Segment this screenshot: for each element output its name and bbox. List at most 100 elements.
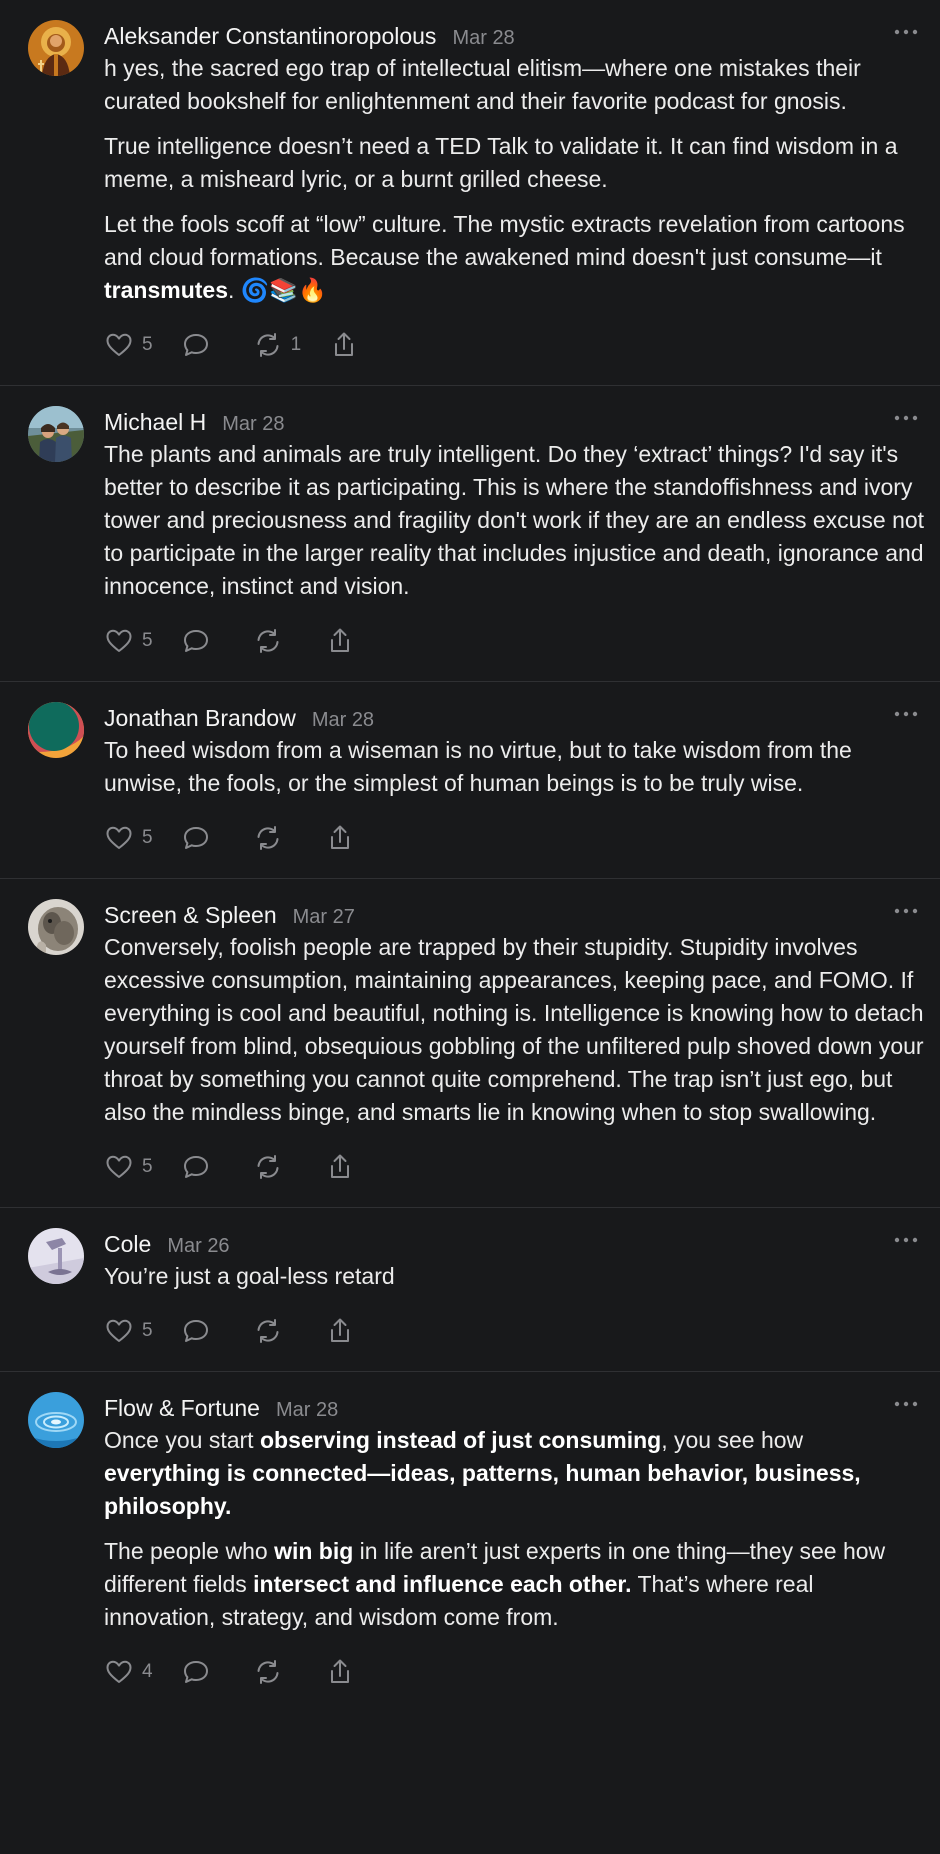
reply-button[interactable] [181, 1152, 211, 1182]
avatar[interactable] [28, 899, 84, 955]
post-body: The plants and animals are truly intelli… [104, 438, 925, 603]
author-name[interactable]: Flow & Fortune [104, 1392, 260, 1424]
post[interactable]: Cole Mar 26 You’re just a goal-less reta… [0, 1207, 940, 1371]
like-count: 5 [142, 827, 153, 848]
share-button[interactable] [325, 1657, 355, 1687]
heart-icon [106, 629, 132, 652]
more-options-button[interactable] [892, 1394, 920, 1414]
more-options-button[interactable] [892, 901, 920, 921]
like-button[interactable]: 4 [104, 1657, 153, 1687]
post-actions: 5 [104, 1147, 925, 1207]
post-paragraph: The plants and animals are truly intelli… [104, 438, 925, 603]
more-options-button[interactable] [892, 408, 920, 428]
saint-icon-avatar [28, 20, 84, 76]
like-button[interactable]: 5 [104, 1152, 153, 1182]
author-name[interactable]: Aleksander Constantinoropolous [104, 20, 436, 52]
like-button[interactable]: 5 [104, 1316, 153, 1346]
like-count: 4 [142, 1661, 153, 1682]
post-date: Mar 28 [275, 1399, 339, 1421]
more-options-button[interactable] [892, 22, 920, 42]
avatar[interactable] [28, 1228, 84, 1284]
author-name[interactable]: Screen & Spleen [104, 899, 277, 931]
comment-bubble-icon [183, 1661, 208, 1683]
more-dots-icon [894, 908, 918, 914]
reply-button[interactable] [181, 330, 211, 360]
text-run: Once you start [104, 1427, 260, 1453]
replies-feed: Aleksander Constantinoropolous Mar 28 h … [0, 0, 940, 1712]
post[interactable]: Michael H Mar 28 The plants and animals … [0, 385, 940, 681]
avatar[interactable] [28, 1392, 84, 1448]
post-body: You’re just a goal-less retard [104, 1260, 925, 1293]
couple-photo-avatar [28, 406, 84, 462]
like-button[interactable]: 5 [104, 626, 153, 656]
like-button[interactable]: 5 [104, 823, 153, 853]
green-orange-disc-avatar [28, 702, 84, 758]
post[interactable]: Aleksander Constantinoropolous Mar 28 h … [0, 0, 940, 385]
heart-icon [106, 1319, 132, 1342]
author-name[interactable]: Michael H [104, 406, 206, 438]
post-actions: 5 [104, 621, 925, 681]
reply-button[interactable] [181, 1316, 211, 1346]
more-options-button[interactable] [892, 1230, 920, 1250]
repost-button[interactable]: 1 [253, 330, 301, 360]
author-name[interactable]: Cole [104, 1228, 151, 1260]
like-button[interactable]: 5 [104, 330, 153, 360]
reply-button[interactable] [181, 1657, 211, 1687]
post-body: To heed wisdom from a wiseman is no virt… [104, 734, 925, 800]
post[interactable]: Jonathan Brandow Mar 28 To heed wisdom f… [0, 681, 940, 878]
post-date: Mar 28 [452, 27, 515, 49]
more-dots-icon [894, 711, 918, 717]
post-paragraph: You’re just a goal-less retard [104, 1260, 925, 1293]
share-icon [330, 628, 349, 652]
share-button[interactable] [329, 330, 359, 360]
text-run: You’re just a goal-less retard [104, 1263, 395, 1289]
share-icon [335, 332, 354, 356]
share-icon [330, 1318, 349, 1342]
comment-bubble-icon [183, 827, 208, 849]
repost-icon [257, 1155, 279, 1179]
bold-text: win big [274, 1538, 354, 1564]
repost-button[interactable] [253, 626, 283, 656]
heart-icon [106, 826, 132, 849]
post-date: Mar 28 [222, 413, 285, 435]
share-button[interactable] [325, 626, 355, 656]
post-paragraph: Let the fools scoff at “low” culture. Th… [104, 208, 925, 307]
repost-button[interactable] [253, 1316, 283, 1346]
heart-icon [106, 1155, 132, 1178]
repost-icon [257, 333, 279, 357]
text-run: To heed wisdom from a wiseman is no virt… [104, 737, 852, 796]
like-count: 5 [142, 334, 153, 355]
repost-button[interactable] [253, 823, 283, 853]
text-run: . 🌀📚🔥 [227, 277, 327, 303]
avatar[interactable] [28, 702, 84, 758]
repost-icon [257, 1660, 279, 1684]
post-body: h yes, the sacred ego trap of intellectu… [104, 52, 925, 307]
more-dots-icon [894, 415, 918, 421]
post-body: Conversely, foolish people are trapped b… [104, 931, 925, 1129]
share-button[interactable] [325, 1152, 355, 1182]
repost-icon [257, 826, 279, 850]
post-actions: 5 [104, 818, 925, 878]
post-paragraph: h yes, the sacred ego trap of intellectu… [104, 52, 925, 118]
repost-button[interactable] [253, 1152, 283, 1182]
like-count: 5 [142, 1156, 153, 1177]
post[interactable]: Screen & Spleen Mar 27 Conversely, fooli… [0, 878, 940, 1207]
repost-icon [257, 1319, 279, 1343]
comment-bubble-icon [183, 1156, 208, 1178]
more-options-button[interactable] [892, 704, 920, 724]
post-date: Mar 26 [167, 1235, 230, 1257]
post-paragraph: To heed wisdom from a wiseman is no virt… [104, 734, 925, 800]
avatar[interactable] [28, 406, 84, 462]
avatar[interactable] [28, 20, 84, 76]
text-run: h yes, the sacred ego trap of intellectu… [104, 55, 861, 114]
reply-button[interactable] [181, 626, 211, 656]
repost-button[interactable] [253, 1657, 283, 1687]
share-button[interactable] [325, 823, 355, 853]
bold-text: observing instead of just consuming [259, 1427, 662, 1453]
author-name[interactable]: Jonathan Brandow [104, 702, 296, 734]
share-button[interactable] [325, 1316, 355, 1346]
post[interactable]: Flow & Fortune Mar 28 Once you start obs… [0, 1371, 940, 1712]
text-run: True intelligence doesn’t need a TED Tal… [104, 133, 898, 192]
text-run: Let the fools scoff at “low” culture. Th… [104, 211, 905, 270]
reply-button[interactable] [181, 823, 211, 853]
